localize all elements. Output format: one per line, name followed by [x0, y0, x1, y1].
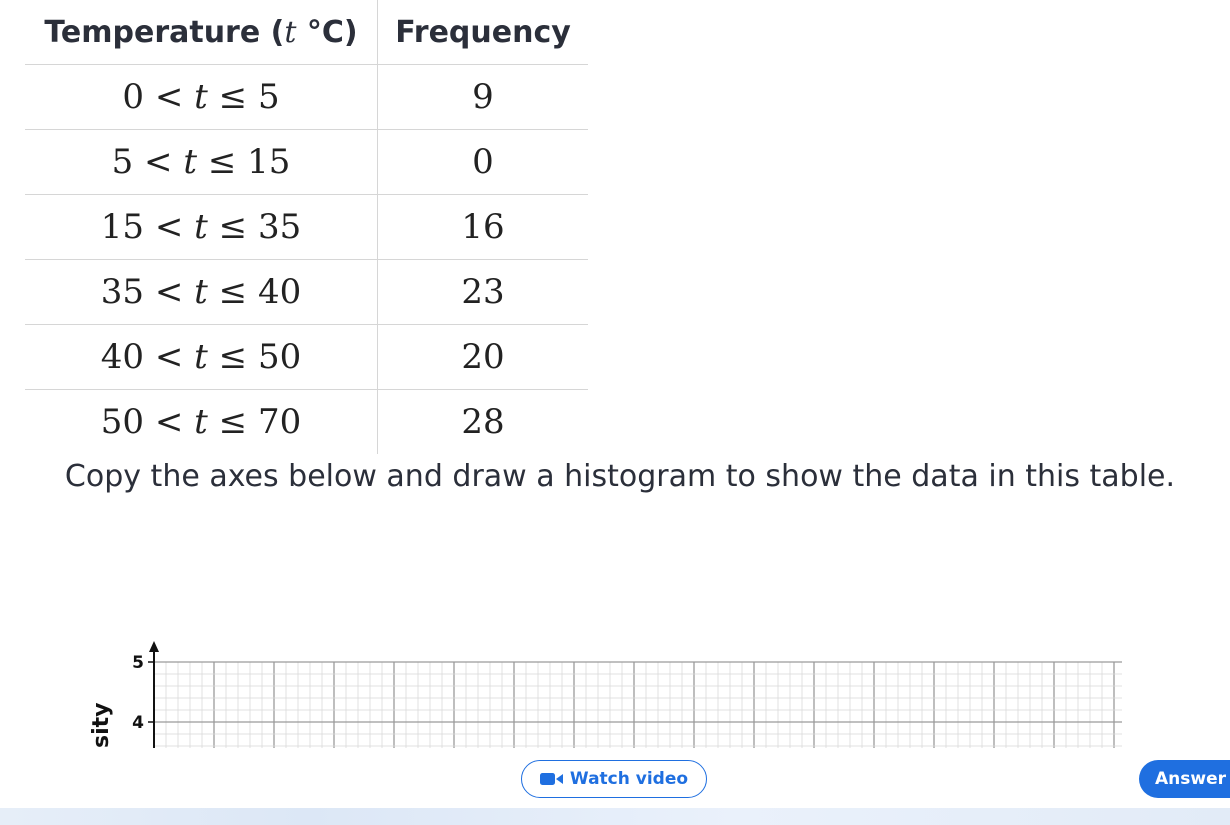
frequency-column-header: Frequency — [377, 0, 588, 65]
interval-var: t — [194, 337, 208, 377]
interval-le: ≤ — [197, 142, 248, 182]
y-tick-label: 4 — [132, 713, 144, 733]
footer-strip — [0, 808, 1230, 825]
interval-var: t — [183, 142, 198, 182]
temperature-header-unit: °C) — [296, 14, 358, 50]
answer-button[interactable]: Answer — [1139, 760, 1230, 798]
table-row: 5 < t ≤ 15 0 — [25, 129, 588, 195]
interval-lt: < — [144, 207, 195, 247]
frequency-cell: 9 — [377, 64, 588, 130]
table-row: 35 < t ≤ 40 23 — [25, 259, 588, 325]
interval-lower: 40 — [100, 337, 145, 377]
temperature-interval-cell: 40 < t ≤ 50 — [25, 324, 378, 390]
interval-lt: < — [144, 402, 195, 442]
answer-label: Answer — [1155, 769, 1226, 789]
y-axis-label: sity — [89, 703, 114, 749]
frequency-cell: 28 — [461, 402, 505, 442]
interval-le: ≤ — [207, 207, 258, 247]
interval-le: ≤ — [207, 337, 258, 377]
temperature-interval-cell: 5 < t ≤ 15 — [25, 129, 378, 195]
interval-var: t — [194, 272, 208, 312]
interval-lt: < — [144, 272, 195, 312]
interval-var: t — [194, 207, 208, 247]
table-row: 15 < t ≤ 35 16 — [25, 194, 588, 260]
histogram-axes: 5 4 sity — [89, 641, 1122, 749]
interval-le: ≤ — [207, 272, 258, 312]
frequency-cell: 23 — [377, 259, 588, 325]
video-camera-icon — [539, 773, 563, 785]
interval-lt: < — [144, 337, 195, 377]
table-row: 50 < t ≤ 70 28 — [25, 389, 588, 454]
interval-lt: < — [133, 142, 184, 182]
interval-lower: 50 — [100, 402, 145, 442]
watch-video-button[interactable]: Watch video — [521, 760, 707, 798]
table-row: 40 < t ≤ 50 20 — [25, 324, 588, 390]
table-header-row: Temperature (t °C) Frequency — [25, 0, 588, 65]
interval-le: ≤ — [207, 402, 258, 442]
interval-lower: 0 — [122, 77, 145, 117]
interval-upper: 35 — [257, 207, 302, 247]
temperature-header-var: t — [284, 14, 297, 50]
interval-upper: 70 — [257, 402, 302, 442]
y-axis-arrow-icon — [149, 641, 159, 652]
interval-upper: 5 — [257, 77, 280, 117]
frequency-table: Temperature (t °C) Frequency 0 < t ≤ 595… — [25, 0, 588, 454]
temperature-header-prefix: Temperature ( — [44, 14, 285, 50]
interval-lower: 35 — [100, 272, 145, 312]
instruction-text: Copy the axes below and draw a histogram… — [64, 459, 1176, 494]
interval-upper: 40 — [257, 272, 302, 312]
temperature-column-header: Temperature (t °C) — [25, 0, 378, 65]
interval-lt: < — [144, 77, 195, 117]
table-row: 0 < t ≤ 59 — [25, 64, 588, 130]
temperature-interval-cell: 35 < t ≤ 40 — [25, 259, 378, 325]
interval-le: ≤ — [207, 77, 258, 117]
frequency-cell: 20 — [377, 324, 588, 390]
interval-upper: 50 — [257, 337, 302, 377]
y-tick-label: 5 — [132, 653, 144, 673]
temperature-interval-cell: 0 < t ≤ 5 — [25, 64, 378, 130]
interval-upper: 15 — [247, 142, 291, 182]
interval-lower: 5 — [111, 142, 134, 182]
frequency-cell: 16 — [377, 194, 588, 260]
interval-var: t — [194, 402, 208, 442]
temperature-interval-cell: 50 < t ≤ 70 — [25, 389, 378, 454]
interval-var: t — [194, 77, 208, 117]
interval-lower: 15 — [100, 207, 145, 247]
frequency-cell: 0 — [377, 129, 588, 195]
temperature-interval-cell: 15 < t ≤ 35 — [25, 194, 378, 260]
watch-video-label: Watch video — [569, 769, 689, 789]
